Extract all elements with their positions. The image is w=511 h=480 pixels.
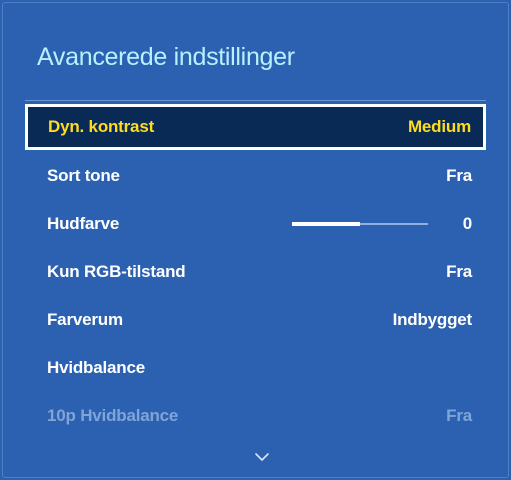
setting-label: Kun RGB-tilstand xyxy=(47,262,186,281)
setting-value: Fra xyxy=(446,166,472,185)
setting-label: Dyn. kontrast xyxy=(48,117,155,136)
setting-value: 0 xyxy=(462,214,472,233)
setting-label: Hudfarve xyxy=(47,214,120,233)
setting-value: Medium xyxy=(407,117,471,136)
setting-hvidbalance[interactable]: Hvidbalance xyxy=(27,345,484,391)
chevron-down-icon[interactable] xyxy=(254,451,270,463)
setting-label: 10p Hvidbalance xyxy=(47,406,179,425)
hudfarve-slider[interactable] xyxy=(292,222,428,226)
setting-value: Indbygget xyxy=(392,310,473,329)
panel-title: Avancerede indstillinger xyxy=(37,43,295,71)
setting-value: Fra xyxy=(446,262,472,281)
setting-10p-hvidbalance: 10p Hvidbalance Fra xyxy=(27,393,484,439)
setting-dyn-kontrast[interactable]: Dyn. kontrast Medium xyxy=(25,104,486,150)
setting-kun-rgb-tilstand[interactable]: Kun RGB-tilstand Fra xyxy=(27,249,484,295)
title-divider xyxy=(25,100,486,101)
setting-value: Fra xyxy=(446,406,472,425)
setting-hudfarve[interactable]: Hudfarve 0 xyxy=(27,201,484,247)
setting-sort-tone[interactable]: Sort tone Fra xyxy=(27,153,484,199)
setting-label: Hvidbalance xyxy=(47,358,145,377)
slider-fill xyxy=(292,222,360,226)
setting-label: Farverum xyxy=(47,310,123,329)
setting-farverum[interactable]: Farverum Indbygget xyxy=(27,297,484,343)
setting-label: Sort tone xyxy=(47,166,120,185)
advanced-settings-panel: Avancerede indstillinger Dyn. kontrast M… xyxy=(0,0,511,480)
